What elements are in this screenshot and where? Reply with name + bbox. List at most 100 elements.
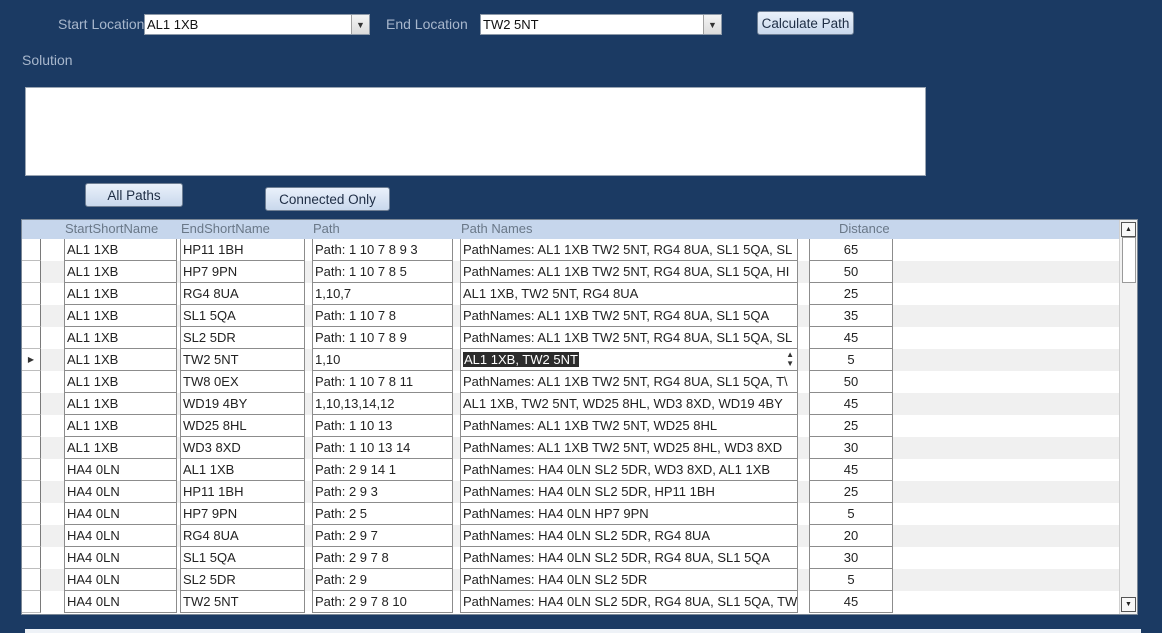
start-cell[interactable]: HA4 0LN bbox=[64, 591, 177, 613]
distance-cell[interactable]: 30 bbox=[809, 547, 893, 569]
start-cell[interactable]: HA4 0LN bbox=[64, 547, 177, 569]
record-selector[interactable] bbox=[22, 327, 41, 349]
start-cell[interactable]: HA4 0LN bbox=[64, 459, 177, 481]
distance-cell[interactable]: 50 bbox=[809, 261, 893, 283]
vertical-scrollbar[interactable]: ▲ ▼ bbox=[1119, 220, 1137, 614]
path-cell[interactable]: Path: 2 9 14 1 bbox=[312, 459, 453, 481]
path-names-cell[interactable]: PathNames: AL1 1XB TW2 5NT, RG4 8UA, SL1… bbox=[460, 239, 798, 261]
distance-cell[interactable]: 25 bbox=[809, 283, 893, 305]
path-cell[interactable]: Path: 1 10 7 8 bbox=[312, 305, 453, 327]
column-header-start[interactable]: StartShortName bbox=[65, 221, 158, 236]
path-names-cell[interactable]: PathNames: HA4 0LN SL2 5DR, RG4 8UA, SL1… bbox=[460, 547, 798, 569]
path-names-cell[interactable]: PathNames: AL1 1XB TW2 5NT, RG4 8UA, SL1… bbox=[460, 327, 798, 349]
table-row[interactable]: AL1 1XB TW8 0EX Path: 1 10 7 8 11 PathNames… bbox=[22, 371, 1122, 393]
path-names-cell[interactable]: PathNames: AL1 1XB TW2 5NT, RG4 8UA, SL1… bbox=[460, 371, 798, 393]
end-cell[interactable]: SL2 5DR bbox=[180, 327, 305, 349]
path-cell[interactable]: Path: 1 10 7 8 11 bbox=[312, 371, 453, 393]
distance-cell[interactable]: 50 bbox=[809, 371, 893, 393]
path-names-cell[interactable]: PathNames: AL1 1XB TW2 5NT, WD25 8HL bbox=[460, 415, 798, 437]
record-selector[interactable] bbox=[22, 239, 41, 261]
path-cell[interactable]: Path: 2 5 bbox=[312, 503, 453, 525]
end-cell[interactable]: SL1 5QA bbox=[180, 305, 305, 327]
record-selector[interactable] bbox=[22, 459, 41, 481]
path-names-cell[interactable]: AL1 1XB, TW2 5NT, RG4 8UA bbox=[460, 283, 798, 305]
distance-cell[interactable]: 65 bbox=[809, 239, 893, 261]
path-names-cell[interactable]: PathNames: HA4 0LN SL2 5DR bbox=[460, 569, 798, 591]
table-row[interactable]: AL1 1XB WD25 8HL Path: 1 10 13 PathNames: A… bbox=[22, 415, 1122, 437]
connected-only-button[interactable]: Connected Only bbox=[265, 187, 390, 211]
table-row[interactable]: AL1 1XB HP11 1BH Path: 1 10 7 8 9 3 PathNam… bbox=[22, 239, 1122, 261]
table-row[interactable]: HA4 0LN AL1 1XB Path: 2 9 14 1 PathNames: H… bbox=[22, 459, 1122, 481]
path-cell[interactable]: Path: 2 9 7 bbox=[312, 525, 453, 547]
start-cell[interactable]: AL1 1XB bbox=[64, 415, 177, 437]
path-cell[interactable]: Path: 2 9 3 bbox=[312, 481, 453, 503]
record-selector[interactable] bbox=[22, 547, 41, 569]
path-names-cell[interactable]: PathNames: HA4 0LN HP7 9PN bbox=[460, 503, 798, 525]
distance-cell[interactable]: 30 bbox=[809, 437, 893, 459]
spin-arrows-icon[interactable]: ▲ ▼ bbox=[786, 350, 794, 368]
path-cell[interactable]: Path: 1 10 7 8 9 bbox=[312, 327, 453, 349]
table-row[interactable]: AL1 1XB HP7 9PN Path: 1 10 7 8 5 PathNames:… bbox=[22, 261, 1122, 283]
start-cell[interactable]: HA4 0LN bbox=[64, 525, 177, 547]
start-cell[interactable]: HA4 0LN bbox=[64, 503, 177, 525]
start-cell[interactable]: AL1 1XB bbox=[64, 393, 177, 415]
path-cell[interactable]: Path: 1 10 7 8 5 bbox=[312, 261, 453, 283]
table-row[interactable]: AL1 1XB RG4 8UA 1,10,7 AL1 1XB, TW2 5NT, RG… bbox=[22, 283, 1122, 305]
path-cell[interactable]: 1,10,13,14,12 bbox=[312, 393, 453, 415]
record-selector[interactable] bbox=[22, 437, 41, 459]
distance-cell[interactable]: 5 bbox=[809, 569, 893, 591]
record-selector[interactable] bbox=[22, 591, 41, 613]
record-selector[interactable] bbox=[22, 305, 41, 327]
record-selector[interactable] bbox=[22, 481, 41, 503]
record-selector[interactable]: ▶ bbox=[22, 349, 41, 371]
path-names-cell[interactable]: PathNames: HA4 0LN SL2 5DR, WD3 8XD, AL1… bbox=[460, 459, 798, 481]
path-cell[interactable]: Path: 2 9 7 8 bbox=[312, 547, 453, 569]
path-cell[interactable]: Path: 1 10 13 bbox=[312, 415, 453, 437]
end-cell[interactable]: TW2 5NT bbox=[180, 349, 305, 371]
table-row[interactable]: ▶ AL1 1XB TW2 5NT 1,10 AL1 1XB, TW2 5NT ▲ ▼ 5 bbox=[22, 349, 1122, 371]
record-selector[interactable] bbox=[22, 283, 41, 305]
end-cell[interactable]: TW8 0EX bbox=[180, 371, 305, 393]
paths-datasheet[interactable]: StartShortName EndShortName Path Path Na… bbox=[21, 219, 1138, 615]
table-row[interactable]: AL1 1XB WD19 4BY 1,10,13,14,12 AL1 1XB, TW2… bbox=[22, 393, 1122, 415]
distance-cell[interactable]: 45 bbox=[809, 327, 893, 349]
end-cell[interactable]: SL1 5QA bbox=[180, 547, 305, 569]
record-selector[interactable] bbox=[22, 569, 41, 591]
table-row[interactable]: AL1 1XB WD3 8XD Path: 1 10 13 14 PathNames:… bbox=[22, 437, 1122, 459]
path-cell[interactable]: 1,10 bbox=[312, 349, 453, 371]
end-cell[interactable]: WD3 8XD bbox=[180, 437, 305, 459]
start-cell[interactable]: HA4 0LN bbox=[64, 569, 177, 591]
distance-cell[interactable]: 25 bbox=[809, 415, 893, 437]
path-names-cell[interactable]: AL1 1XB, TW2 5NT ▲ ▼ bbox=[460, 349, 798, 371]
end-cell[interactable]: TW2 5NT bbox=[180, 591, 305, 613]
record-selector[interactable] bbox=[22, 371, 41, 393]
table-row[interactable]: HA4 0LN SL2 5DR Path: 2 9 PathNames: HA4 0L… bbox=[22, 569, 1122, 591]
distance-cell[interactable]: 45 bbox=[809, 459, 893, 481]
path-names-cell[interactable]: PathNames: HA4 0LN SL2 5DR, HP11 1BH bbox=[460, 481, 798, 503]
record-selector[interactable] bbox=[22, 525, 41, 547]
distance-cell[interactable]: 20 bbox=[809, 525, 893, 547]
end-cell[interactable]: RG4 8UA bbox=[180, 283, 305, 305]
path-cell[interactable]: Path: 1 10 13 14 bbox=[312, 437, 453, 459]
start-location-combo[interactable]: AL1 1XB ▼ bbox=[144, 14, 370, 35]
end-cell[interactable]: SL2 5DR bbox=[180, 569, 305, 591]
table-row[interactable]: HA4 0LN HP7 9PN Path: 2 5 PathNames: HA4 0L… bbox=[22, 503, 1122, 525]
distance-cell[interactable]: 5 bbox=[809, 349, 893, 371]
scroll-down-icon[interactable]: ▼ bbox=[1121, 597, 1136, 612]
all-paths-button[interactable]: All Paths bbox=[85, 183, 183, 207]
path-cell[interactable]: 1,10,7 bbox=[312, 283, 453, 305]
calculate-path-button[interactable]: Calculate Path bbox=[757, 11, 854, 35]
column-header-path-names[interactable]: Path Names bbox=[461, 221, 533, 236]
chevron-down-icon[interactable]: ▼ bbox=[351, 15, 369, 34]
start-cell[interactable]: AL1 1XB bbox=[64, 283, 177, 305]
end-cell[interactable]: RG4 8UA bbox=[180, 525, 305, 547]
column-header-end[interactable]: EndShortName bbox=[181, 221, 270, 236]
distance-cell[interactable]: 25 bbox=[809, 481, 893, 503]
path-names-cell[interactable]: PathNames: HA4 0LN SL2 5DR, RG4 8UA bbox=[460, 525, 798, 547]
path-cell[interactable]: Path: 2 9 bbox=[312, 569, 453, 591]
record-selector[interactable] bbox=[22, 261, 41, 283]
table-row[interactable]: AL1 1XB SL2 5DR Path: 1 10 7 8 9 PathNames:… bbox=[22, 327, 1122, 349]
table-row[interactable]: AL1 1XB SL1 5QA Path: 1 10 7 8 PathNames: A… bbox=[22, 305, 1122, 327]
table-row[interactable]: HA4 0LN SL1 5QA Path: 2 9 7 8 PathNames: HA… bbox=[22, 547, 1122, 569]
record-selector[interactable] bbox=[22, 415, 41, 437]
